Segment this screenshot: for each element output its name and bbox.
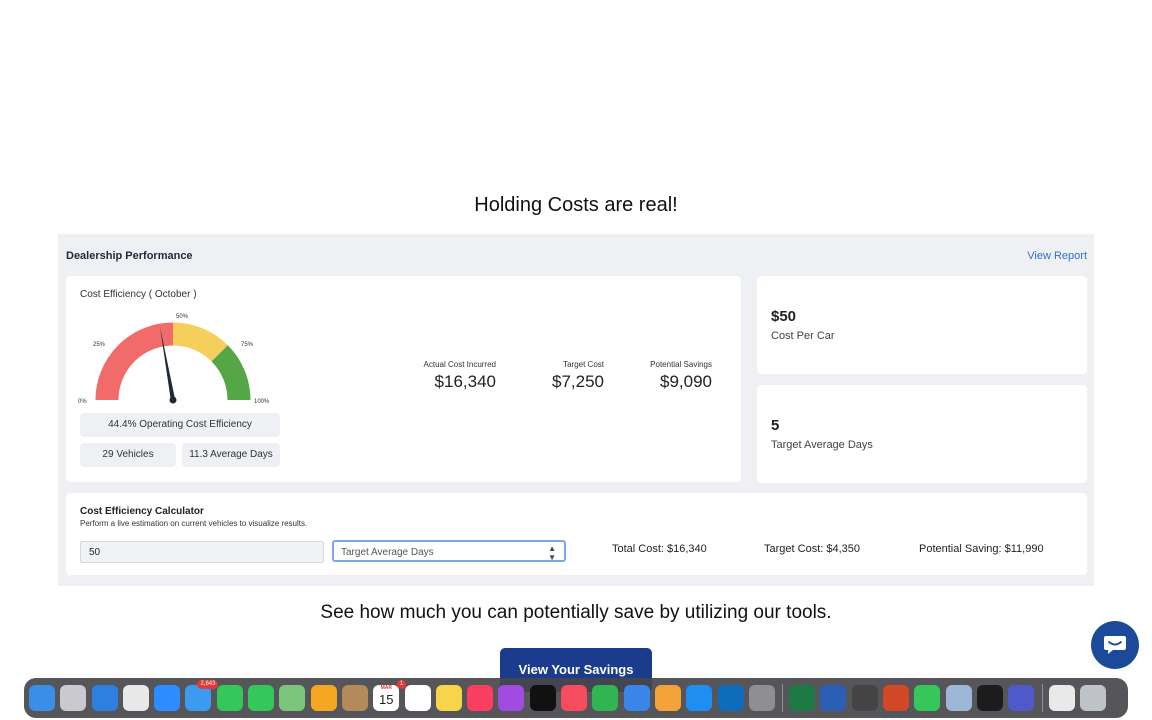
target-days-label: Target Average Days	[771, 439, 873, 451]
terminal-icon[interactable]	[976, 685, 1003, 711]
metric-select[interactable]: Target Average Days ▲ ▼	[332, 540, 566, 562]
target-cost-value: $7,250	[552, 372, 604, 391]
calc-total-cost: Total Cost: $16,340	[612, 543, 707, 555]
pages-icon[interactable]	[654, 685, 681, 711]
calc-potential-saving: Potential Saving: $11,990	[919, 543, 1044, 555]
cost-efficiency-title: Cost Efficiency ( October )	[80, 289, 197, 300]
vehicles-badge: 29 Vehicles	[80, 443, 176, 467]
finder-icon[interactable]	[29, 685, 55, 711]
select-arrows-icon: ▲ ▼	[548, 544, 556, 562]
average-days-badge: 11.3 Average Days	[182, 443, 280, 467]
keynote-icon[interactable]	[623, 685, 650, 711]
dock-separator	[782, 684, 784, 712]
chrome-icon[interactable]	[122, 685, 149, 711]
potential-savings-label: Potential Savings	[650, 360, 712, 369]
target-days-value: 5	[771, 417, 780, 434]
zoom-icon[interactable]	[154, 685, 181, 711]
calculator-subtitle: Perform a live estimation on current veh…	[80, 519, 308, 528]
podcasts-icon[interactable]	[498, 685, 525, 711]
cost-efficiency-card: Cost Efficiency ( October ) 0% 25% 50% 7…	[66, 276, 741, 482]
cost-efficiency-calculator: Cost Efficiency Calculator Perform a liv…	[66, 493, 1087, 575]
system-settings-icon[interactable]	[748, 685, 775, 711]
trash-icon[interactable]	[1079, 685, 1106, 711]
outlook-icon[interactable]	[717, 685, 744, 711]
news-icon[interactable]	[561, 685, 588, 711]
cost-efficiency-gauge: 0% 25% 50% 75% 100%	[78, 314, 270, 405]
numbers-icon[interactable]	[592, 685, 619, 711]
excel-icon[interactable]	[789, 685, 816, 711]
chat-bubble-icon	[1104, 636, 1126, 654]
gauge-needle-hub	[169, 396, 177, 404]
metric-select-value: Target Average Days	[341, 547, 434, 558]
panel-title: Dealership Performance	[66, 250, 193, 262]
calendar-month: MAR	[380, 685, 392, 691]
dock-separator	[1041, 684, 1043, 712]
word-icon[interactable]	[820, 685, 847, 711]
music-icon[interactable]	[467, 685, 494, 711]
calculator-title: Cost Efficiency Calculator	[80, 506, 204, 517]
photos-icon[interactable]	[310, 685, 337, 711]
teams-icon[interactable]	[1008, 685, 1035, 711]
actual-cost-stat: Actual Cost Incurred $16,340	[424, 360, 496, 392]
gauge-segment-yellow	[172, 322, 228, 362]
cost-per-car-value: $50	[771, 308, 797, 325]
messages-icon[interactable]	[248, 685, 275, 711]
tv-icon[interactable]	[529, 685, 556, 711]
target-cost-stat: Target Cost $7,250	[552, 360, 604, 392]
gauge-label-0: 0%	[78, 399, 87, 405]
dealership-performance-panel: Dealership Performance View Report Cost …	[58, 234, 1094, 586]
tagline: See how much you can potentially save by…	[320, 602, 832, 623]
calendar-day: 15	[379, 692, 394, 707]
target-average-days-card: 5 Target Average Days	[757, 385, 1087, 483]
calendar-icon[interactable]: MAR 15 1	[373, 680, 407, 711]
notes-icon[interactable]	[435, 685, 462, 711]
powerpoint-icon[interactable]	[883, 685, 910, 711]
cost-per-car-input[interactable]	[80, 541, 324, 563]
mail-icon[interactable]: 2,643	[185, 680, 219, 711]
preview-icon[interactable]	[945, 685, 972, 711]
cost-per-car-card: $50 Cost Per Car	[757, 276, 1087, 374]
operating-efficiency-badge: 44.4% Operating Cost Efficiency	[80, 413, 280, 437]
gauge-label-50: 50%	[176, 314, 189, 320]
battery-icon[interactable]	[914, 685, 941, 711]
gauge-label-25: 25%	[93, 342, 106, 348]
launchpad-icon[interactable]	[60, 685, 87, 711]
reminders-icon[interactable]	[404, 685, 431, 711]
potential-savings-stat: Potential Savings $9,090	[650, 360, 712, 392]
calc-target-cost: Target Cost: $4,350	[764, 543, 861, 555]
safari-icon[interactable]	[91, 685, 118, 711]
instruments-icon[interactable]	[851, 685, 878, 711]
app-store-icon[interactable]	[686, 685, 713, 711]
target-cost-label: Target Cost	[563, 360, 604, 369]
mail-badge: 2,643	[197, 680, 219, 689]
maps-icon[interactable]	[279, 685, 306, 711]
documents-icon[interactable]	[1048, 685, 1075, 711]
facetime-icon[interactable]	[216, 685, 243, 711]
headline: Holding Costs are real!	[474, 194, 678, 216]
gauge-segment-green	[211, 345, 251, 401]
contacts-icon[interactable]	[341, 685, 368, 711]
cost-per-car-label: Cost Per Car	[771, 330, 835, 342]
view-report-link[interactable]: View Report	[1027, 250, 1087, 262]
actual-cost-value: $16,340	[434, 372, 496, 391]
gauge-label-100: 100%	[254, 399, 270, 405]
chat-button[interactable]	[1091, 621, 1139, 669]
gauge-label-75: 75%	[241, 342, 254, 348]
dock: 2,643 MAR 15 1	[24, 678, 1128, 718]
actual-cost-label: Actual Cost Incurred	[423, 360, 496, 369]
potential-savings-value: $9,090	[660, 372, 712, 391]
